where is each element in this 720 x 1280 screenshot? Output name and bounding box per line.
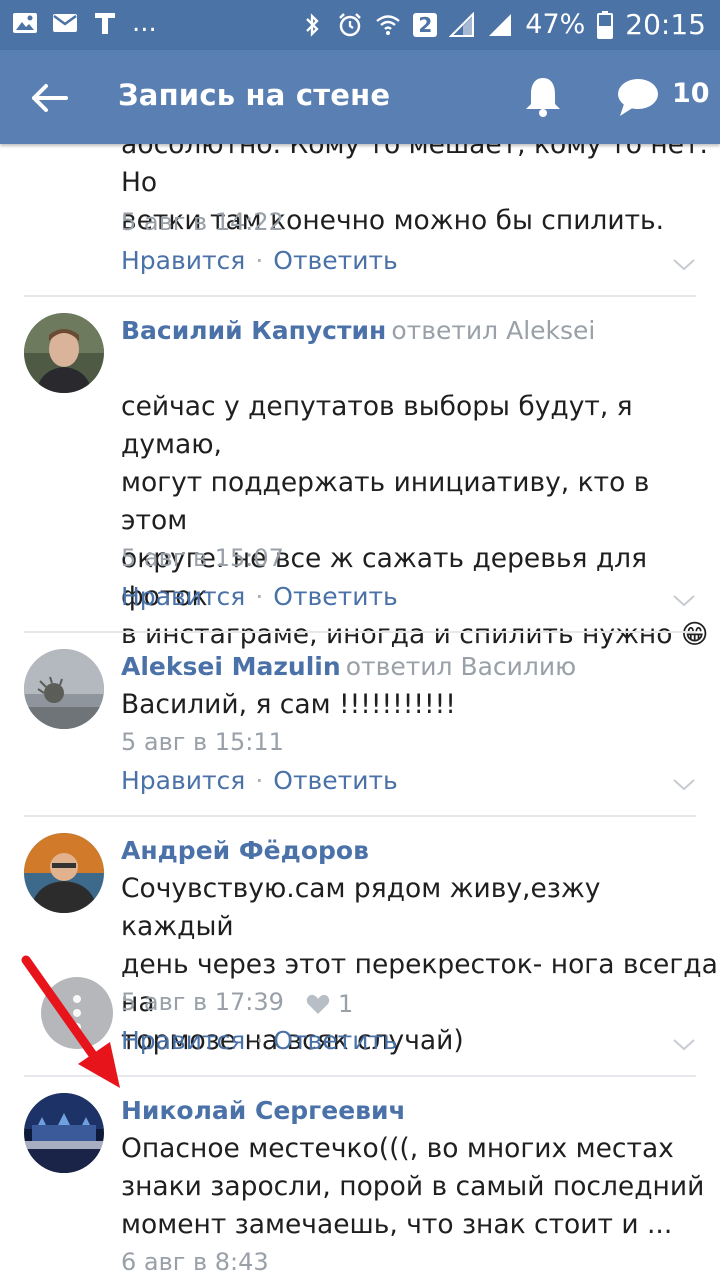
replied-to: ответил Aleksei — [391, 316, 596, 345]
comment-date: 5 авг в 15:07 — [121, 544, 284, 572]
clock: 20:15 — [625, 8, 706, 41]
reply-button[interactable]: Ответить — [273, 766, 397, 795]
likes-counter[interactable]: 1 — [306, 990, 353, 1018]
reply-button[interactable]: Ответить — [273, 582, 397, 611]
app-bar: Запись на стене 10 — [0, 50, 720, 144]
annotation-arrow-icon — [21, 955, 120, 1088]
author-name[interactable]: Aleksei Mazulin — [121, 652, 341, 681]
bell-icon[interactable] — [522, 74, 564, 118]
chevron-down-icon[interactable] — [672, 594, 696, 608]
status-bar: ... 2 47% 20:15 — [0, 0, 720, 50]
divider — [24, 631, 696, 633]
likes-count: 1 — [338, 990, 354, 1018]
reply-button[interactable]: Ответить — [273, 246, 397, 275]
comments-count: 10 — [672, 78, 710, 109]
comments-feed[interactable]: абсолютно. Кому то мешает, кому то нет. … — [0, 144, 720, 1280]
comment-date: 6 авг в 8:43 — [121, 1248, 269, 1276]
like-button[interactable]: Нравится — [121, 1026, 245, 1055]
comment-actions: Нравится · Ответить — [121, 582, 398, 611]
mail-icon — [53, 14, 77, 32]
chevron-down-icon[interactable] — [672, 258, 696, 272]
bluetooth-icon — [306, 12, 319, 37]
comment-date: 5 авг в 17:39 — [121, 988, 284, 1016]
author-name[interactable]: Василий Капустин — [121, 316, 386, 345]
avatar[interactable] — [24, 833, 104, 913]
battery-percent: 47% — [525, 9, 586, 40]
grinning-emoji-icon: 😁 — [680, 619, 709, 650]
reply-button[interactable]: Ответить — [273, 1026, 397, 1055]
back-arrow-icon[interactable] — [28, 76, 72, 120]
comments-icon[interactable] — [616, 76, 660, 118]
comment-text: сейчас у депутатов выборы будут, я думаю… — [121, 391, 709, 650]
sim-badge: 2 — [413, 12, 438, 37]
author-name[interactable]: Николай Сергеевич — [121, 1096, 406, 1125]
comment-text: Василий, я сам !!!!!!!!!!! — [121, 689, 456, 720]
like-button[interactable]: Нравится — [121, 582, 245, 611]
t-icon — [95, 13, 115, 34]
comment-text: Опасное местечко(((, во многих местах зн… — [121, 1133, 705, 1240]
comment-date: 5 авг в 14:22 — [121, 208, 284, 236]
page-title: Запись на стене — [118, 78, 391, 112]
comment-date: 5 авг в 15:11 — [121, 728, 284, 756]
image-icon — [13, 13, 37, 33]
comment-actions: Нравится · Ответить — [121, 1026, 398, 1055]
divider — [24, 815, 696, 817]
like-button[interactable]: Нравится — [121, 766, 245, 795]
chevron-down-icon[interactable] — [672, 778, 696, 792]
status-ellipsis: ... — [132, 8, 157, 38]
avatar[interactable] — [24, 1093, 104, 1173]
avatar[interactable] — [24, 649, 104, 729]
comment-actions: Нравится · Ответить — [121, 246, 398, 275]
like-button[interactable]: Нравится — [121, 246, 245, 275]
chevron-down-icon[interactable] — [672, 1038, 696, 1052]
signal-icon-2 — [489, 13, 512, 36]
divider — [24, 295, 696, 297]
alarm-icon — [339, 12, 362, 36]
heart-icon — [306, 994, 330, 1014]
wifi-icon — [376, 14, 401, 35]
replied-to: ответил Василию — [345, 652, 577, 681]
author-name[interactable]: Андрей Фёдоров — [121, 836, 369, 865]
signal-icon — [449, 11, 475, 37]
comment-actions: Нравится · Ответить — [121, 766, 398, 795]
battery-icon — [597, 10, 614, 39]
avatar[interactable] — [24, 313, 104, 393]
